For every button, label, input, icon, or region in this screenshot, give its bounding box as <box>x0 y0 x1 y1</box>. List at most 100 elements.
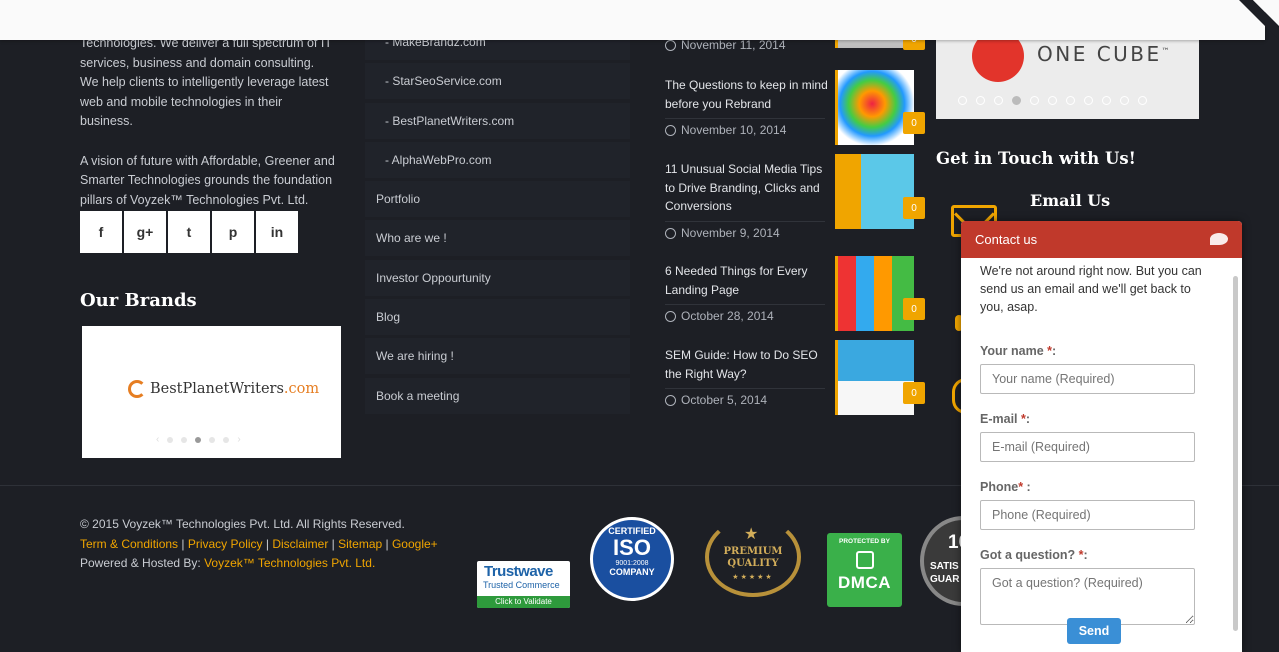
sitemap-link[interactable]: Sitemap <box>338 537 382 551</box>
facebook-icon[interactable]: f <box>80 211 122 253</box>
email-us-heading: Email Us <box>1030 191 1111 210</box>
carousel-dot[interactable] <box>976 96 985 105</box>
premium-quality-badge: ★ PREMIUM QUALITY ★★★★★ <box>697 513 809 607</box>
post-title[interactable]: The Questions to keep in mind before you… <box>665 76 830 113</box>
dmca-badge[interactable]: PROTECTED BY DMCA <box>827 533 902 607</box>
carousel-dot[interactable] <box>223 436 230 443</box>
google-plus-icon[interactable]: g+ <box>124 211 166 253</box>
carousel-dot[interactable] <box>167 436 174 443</box>
phone-input[interactable] <box>980 500 1195 530</box>
trustwave-cta: Click to Validate <box>477 596 570 608</box>
chat-icon[interactable] <box>1210 233 1228 245</box>
browser-top-bar <box>0 0 1265 40</box>
name-input[interactable] <box>980 364 1195 394</box>
copyright-text: © 2015 Voyzek™ Technologies Pvt. Ltd. Al… <box>80 517 405 531</box>
stars-icon: ★★★★★ <box>732 574 774 581</box>
post-thumbnail[interactable] <box>835 256 914 331</box>
pinterest-icon[interactable]: p <box>212 211 254 253</box>
nav-link-investor[interactable]: Investor Oppourtunity <box>365 259 630 296</box>
post-divider <box>665 221 825 222</box>
nav-link-hiring[interactable]: We are hiring ! <box>365 338 630 375</box>
post-title[interactable]: SEM Guide: How to Do SEO the Right Way? <box>665 346 830 383</box>
social-links: f g+ t p in <box>80 211 298 253</box>
carousel-dot[interactable] <box>1138 96 1147 105</box>
carousel-dot-active[interactable] <box>195 436 202 443</box>
comment-count-badge: 0 <box>903 112 925 134</box>
clock-icon <box>665 124 676 136</box>
nav-link-book-meeting[interactable]: Book a meeting <box>365 377 630 414</box>
carousel-dot[interactable] <box>958 96 967 105</box>
nav-link-portfolio[interactable]: Portfolio <box>365 181 630 218</box>
trustwave-name: Trustwave <box>484 563 553 580</box>
clock-icon <box>665 394 676 406</box>
footer-nav-links: - MakeBrandz.com - StarSeoService.com - … <box>365 24 630 417</box>
post-divider <box>665 388 825 389</box>
carousel-dot[interactable] <box>181 436 188 443</box>
email-input[interactable] <box>980 432 1195 462</box>
page-corner-icon <box>1239 0 1279 40</box>
iso-badge: CERTIFIED ISO 9001:2008 COMPANY <box>590 517 674 601</box>
question-textarea[interactable] <box>980 568 1195 625</box>
carousel-dot[interactable] <box>1066 96 1075 105</box>
about-paragraph-1: Technologies. We deliver a full spectrum… <box>80 36 332 128</box>
brands-title: Our Brands <box>80 290 197 311</box>
post-date: October 28, 2014 <box>665 309 774 323</box>
about-text: Technologies. We deliver a full spectrum… <box>80 34 335 210</box>
get-in-touch-title: Get in Touch with Us! <box>936 149 1136 168</box>
comment-count-badge: 0 <box>903 298 925 320</box>
nav-link[interactable]: - AlphaWebPro.com <box>365 141 630 178</box>
contact-intro: We're not around right now. But you can … <box>980 264 1202 314</box>
question-label: Got a question? *: <box>980 548 1088 562</box>
carousel-dot-active[interactable] <box>1012 96 1021 105</box>
name-label: Your name *: <box>980 344 1057 358</box>
clock-icon <box>665 310 676 322</box>
linkedin-icon[interactable]: in <box>256 211 298 253</box>
hosted-by: Powered & Hosted By: Voyzek™ Technologie… <box>80 556 376 570</box>
post-title[interactable]: 11 Unusual Social Media Tips to Drive Br… <box>665 160 830 216</box>
chevron-left-icon[interactable]: ‹ <box>156 434 159 445</box>
contact-widget-title: Contact us <box>975 232 1038 247</box>
nav-link[interactable]: - BestPlanetWriters.com <box>365 102 630 139</box>
disclaimer-link[interactable]: Disclaimer <box>272 537 328 551</box>
carousel-dot[interactable] <box>1048 96 1057 105</box>
brand-carousel[interactable]: BestPlanetWriters .com ‹ › <box>82 326 341 458</box>
carousel-dot[interactable] <box>209 436 216 443</box>
terms-link[interactable]: Term & Conditions <box>80 537 178 551</box>
post-title[interactable]: 6 Needed Things for Every Landing Page <box>665 262 830 299</box>
chevron-right-icon[interactable]: › <box>237 434 240 445</box>
onecube-carousel-dots <box>958 96 1147 105</box>
carousel-dot[interactable] <box>1030 96 1039 105</box>
comment-count-badge: 0 <box>903 197 925 219</box>
footer-copyright: © 2015 Voyzek™ Technologies Pvt. Ltd. Al… <box>80 515 438 574</box>
privacy-link[interactable]: Privacy Policy <box>188 537 263 551</box>
google-plus-link[interactable]: Google+ <box>392 537 438 551</box>
nav-link[interactable]: - StarSeoService.com <box>365 63 630 100</box>
trustwave-badge[interactable]: Trustwave Trusted Commerce Click to Vali… <box>477 561 570 608</box>
send-button[interactable]: Send <box>1067 618 1121 644</box>
carousel-dot[interactable] <box>1102 96 1111 105</box>
carousel-dot[interactable] <box>1120 96 1129 105</box>
phone-label: Phone* : <box>980 480 1031 494</box>
contact-scrollbar[interactable] <box>1233 276 1238 631</box>
post-date: November 11, 2014 <box>665 38 786 52</box>
post-divider <box>665 304 825 305</box>
nav-link-blog[interactable]: Blog <box>365 299 630 336</box>
carousel-dot[interactable] <box>994 96 1003 105</box>
brand-logo[interactable]: BestPlanetWriters .com <box>128 380 319 398</box>
email-label: E-mail *: <box>980 412 1031 426</box>
hosted-by-link[interactable]: Voyzek™ Technologies Pvt. Ltd. <box>204 556 375 570</box>
post-thumbnail[interactable] <box>835 340 914 415</box>
contact-widget-header[interactable]: Contact us <box>961 221 1242 258</box>
post-thumbnail[interactable] <box>835 70 914 145</box>
post-date: November 10, 2014 <box>665 123 786 137</box>
contact-widget: Contact us We're not around right now. B… <box>961 221 1242 652</box>
brand-logo-name: BestPlanetWriters <box>150 381 284 397</box>
comment-count-badge: 0 <box>903 382 925 404</box>
brand-carousel-dots: ‹ › <box>156 434 241 445</box>
twitter-icon[interactable]: t <box>168 211 210 253</box>
carousel-dot[interactable] <box>1084 96 1093 105</box>
trustwave-sub: Trusted Commerce <box>483 580 560 590</box>
nav-link-who-are-we[interactable]: Who are we ! <box>365 220 630 257</box>
footer-links: Term & Conditions | Privacy Policy | Dis… <box>80 536 438 551</box>
post-thumbnail[interactable] <box>835 154 914 229</box>
